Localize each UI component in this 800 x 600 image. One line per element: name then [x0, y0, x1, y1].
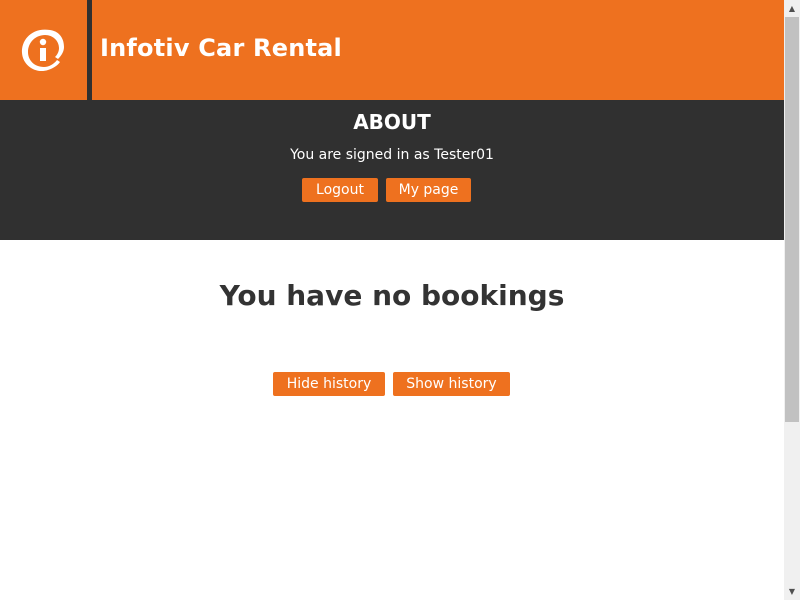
page-viewport: Infotiv Car Rental ABOUT You are signed …: [0, 0, 784, 600]
about-title: ABOUT: [353, 110, 431, 134]
header-divider: [87, 0, 92, 100]
scrollbar-thumb[interactable]: [785, 17, 799, 422]
logo[interactable]: [0, 0, 87, 100]
hide-history-button[interactable]: Hide history: [273, 372, 385, 396]
logout-button[interactable]: Logout: [302, 178, 378, 202]
vertical-scrollbar[interactable]: ▲ ▼: [784, 0, 800, 600]
infotiv-logo-icon: [21, 29, 64, 72]
site-header: Infotiv Car Rental: [0, 0, 784, 100]
signed-in-status: You are signed in as Tester01: [290, 147, 494, 163]
my-page-button[interactable]: My page: [386, 178, 471, 202]
site-title[interactable]: Infotiv Car Rental: [100, 33, 342, 63]
scroll-up-arrow-icon[interactable]: ▲: [784, 0, 800, 17]
scroll-down-arrow-icon[interactable]: ▼: [784, 583, 800, 600]
about-band: ABOUT You are signed in as Tester01 Logo…: [0, 100, 784, 240]
no-bookings-heading: You have no bookings: [219, 279, 565, 312]
show-history-button[interactable]: Show history: [393, 372, 510, 396]
